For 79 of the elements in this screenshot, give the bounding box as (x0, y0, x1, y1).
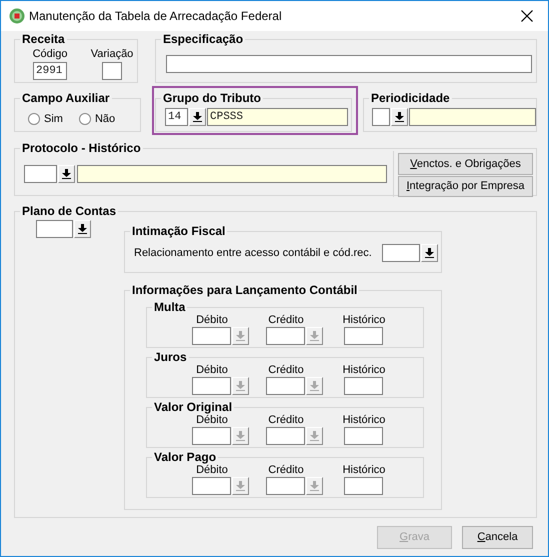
input-field[interactable] (344, 377, 383, 395)
group-title: Protocolo - Histórico (20, 141, 143, 155)
down-arrow-icon (236, 431, 245, 441)
field-label: Histórico (342, 364, 386, 377)
down-arrow-icon (78, 224, 87, 234)
group-title: Juros (152, 350, 189, 364)
down-arrow-icon (310, 381, 319, 391)
input-field[interactable] (24, 165, 57, 183)
group-title: Especificação (161, 32, 246, 46)
input-field[interactable] (266, 377, 305, 395)
down-arrow-icon (62, 169, 71, 179)
input-field[interactable] (192, 377, 231, 395)
down-arrow-icon (424, 248, 434, 258)
field-label: Débito (196, 314, 228, 327)
field-label: Histórico (342, 464, 386, 477)
group-title: Periodicidade (369, 91, 452, 105)
field-label: Débito (196, 464, 228, 477)
window-title: Manutenção da Tabela de Arrecadação Federal (29, 8, 282, 25)
field-label: Crédito (268, 414, 304, 427)
field-label: Crédito (268, 364, 304, 377)
field-label: Relacionamento entre acesso contábil e cód.rec. (134, 246, 372, 261)
input-field[interactable] (344, 477, 383, 495)
dropdown-button[interactable] (420, 244, 438, 262)
field-label: Histórico (342, 414, 386, 427)
input-field[interactable]: CPSSS (207, 108, 348, 126)
down-arrow-icon (236, 331, 245, 341)
input-field[interactable] (77, 165, 387, 183)
down-arrow-icon (236, 481, 245, 491)
input-field[interactable] (102, 62, 122, 80)
field-label: Débito (196, 364, 228, 377)
field-label: Variação (90, 47, 134, 62)
group-title: Valor Pago (152, 450, 218, 464)
dialog-button[interactable]: Venctos. e Obrigações (398, 153, 533, 174)
radio-option[interactable]: Não (78, 111, 116, 128)
group-title: Valor Original (152, 400, 234, 414)
input-field[interactable]: 2991 (33, 62, 67, 80)
close-icon (521, 10, 533, 22)
dialog-button[interactable]: Cancela (462, 526, 533, 549)
field-label: Débito (196, 414, 228, 427)
input-field[interactable] (409, 108, 536, 126)
down-arrow-icon (236, 381, 245, 391)
input-field[interactable]: 14 (165, 108, 188, 126)
down-arrow-icon (193, 112, 202, 122)
group-title: Grupo do Tributo (161, 91, 263, 105)
dropdown-button[interactable] (58, 165, 75, 183)
input-field[interactable] (192, 477, 231, 495)
input-field[interactable] (344, 427, 383, 445)
down-arrow-icon (310, 481, 319, 491)
down-arrow-icon (395, 112, 404, 122)
input-field[interactable] (266, 327, 305, 345)
field-label: Crédito (268, 464, 304, 477)
group-title: Plano de Contas (20, 204, 118, 218)
input-field[interactable] (266, 477, 305, 495)
field-label: Crédito (268, 314, 304, 327)
down-arrow-icon (310, 431, 319, 441)
radio-button[interactable] (78, 113, 91, 126)
field-label: Código (32, 47, 68, 62)
group-title: Campo Auxiliar (20, 91, 112, 105)
dropdown-button[interactable] (391, 108, 408, 126)
group-title: Multa (152, 300, 188, 314)
input-field[interactable] (382, 244, 420, 262)
input-field[interactable] (192, 327, 231, 345)
group-title: Receita (20, 32, 67, 46)
dialog-button[interactable]: Integração por Empresa (398, 176, 533, 197)
input-field[interactable] (266, 427, 305, 445)
radio-button[interactable] (28, 113, 40, 126)
input-field[interactable] (36, 220, 73, 238)
dropdown-button[interactable] (74, 220, 91, 238)
down-arrow-icon (310, 331, 319, 341)
input-field[interactable] (344, 327, 383, 345)
input-field[interactable] (166, 55, 532, 73)
field-label: Histórico (342, 314, 386, 327)
group-title: Informações para Lançamento Contábil (130, 283, 360, 297)
app-icon (9, 8, 25, 24)
radio-option[interactable]: Sim (28, 111, 63, 128)
group-title: Intimação Fiscal (130, 224, 228, 238)
input-field[interactable] (372, 108, 390, 126)
dropdown-button[interactable] (189, 108, 206, 126)
input-field[interactable] (192, 427, 231, 445)
